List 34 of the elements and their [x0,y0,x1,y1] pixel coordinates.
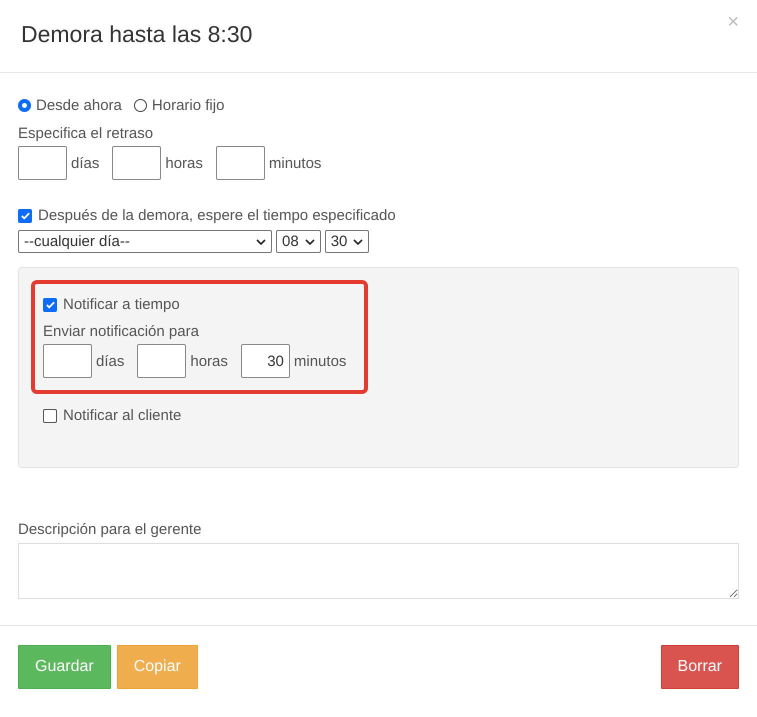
minute-select[interactable]: 30 [324,230,370,253]
number-field[interactable] [43,344,92,378]
description-field[interactable] [18,543,739,599]
unit-label: días [71,154,100,172]
unit-label: minutos [268,154,322,172]
radio-label: Desde ahora [36,96,122,114]
radio-button[interactable] [18,98,31,112]
description-label: Descripción para el gerente [18,521,202,539]
unit-label: días [96,352,124,370]
notification-label: Enviar notificación para [43,323,200,341]
hour-select[interactable]: 08 [276,230,321,253]
dialog-title: Demora hasta las 8:30 [21,20,252,48]
checkbox[interactable] [43,408,57,422]
number-field[interactable] [137,344,186,378]
unit-label: horas [165,154,203,172]
number-field[interactable] [112,146,162,180]
unit-label: horas [190,352,228,370]
checkbox-label: Después de la demora, espere el tiempo especificado [38,207,396,224]
checkbox[interactable] [18,208,32,222]
delete-button[interactable]: Borrar [660,645,739,689]
delay-label: Especifica el retraso [18,125,154,143]
unit-label: minutos [294,352,346,370]
radio-button[interactable] [134,98,147,112]
number-field[interactable]: 30 [240,344,290,378]
checkbox-label: Notificar al cliente [63,407,182,424]
number-field[interactable] [216,146,265,180]
chevron-down-icon [353,238,364,244]
chevron-down-icon [256,238,266,244]
number-field[interactable] [18,146,67,180]
radio-label: Horario fijo [152,96,224,114]
day-select[interactable]: --cualquier día-- [18,230,272,253]
chevron-down-icon [304,238,315,244]
checkbox[interactable] [43,298,57,312]
checkbox-label: Notificar a tiempo [63,296,180,313]
